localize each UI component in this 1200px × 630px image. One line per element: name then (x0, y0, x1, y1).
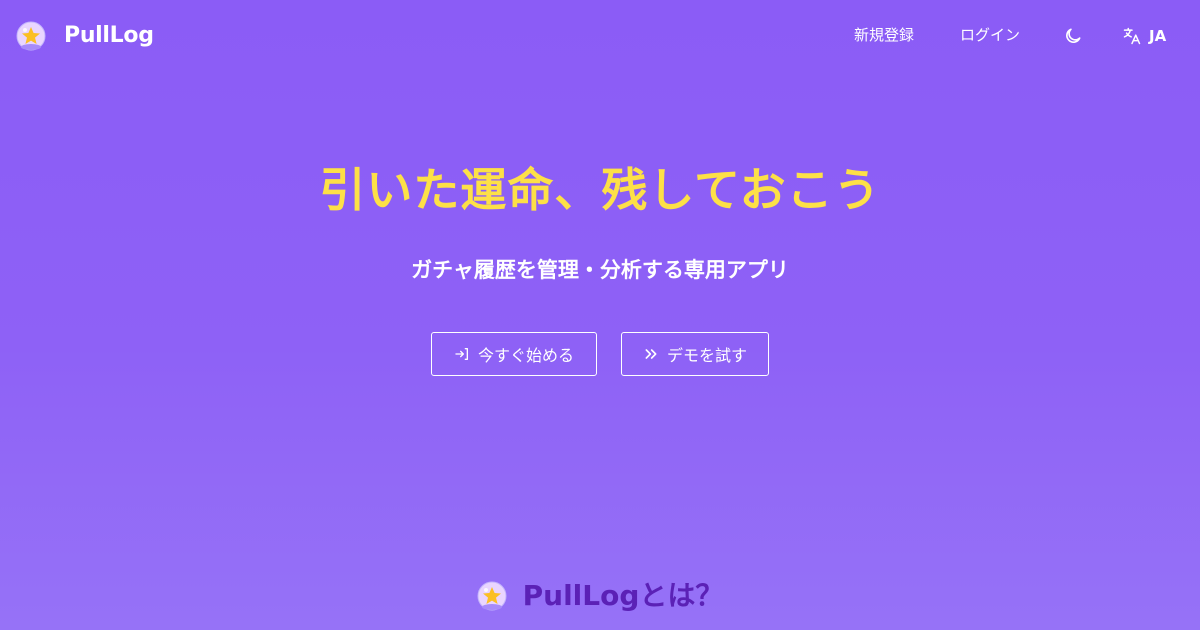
try-demo-button[interactable]: デモを試す (621, 332, 769, 376)
top-navigation-bar: PullLog 新規登録 ログイン JA (0, 0, 1200, 72)
crystal-ball-star-icon (477, 581, 507, 611)
double-chevron-right-icon (645, 349, 657, 359)
language-switcher[interactable]: JA (1122, 24, 1166, 48)
hero-title: 引いた運命、残しておこう (319, 163, 881, 217)
brand-name[interactable]: PullLog (64, 22, 154, 50)
signup-link[interactable]: 新規登録 (854, 24, 914, 46)
login-arrow-icon (455, 348, 468, 360)
crystal-ball-star-icon[interactable] (16, 21, 46, 51)
about-section-heading: PullLogとは？ (0, 576, 1200, 616)
translate-icon (1123, 27, 1141, 45)
start-now-label: 今すぐ始める (477, 348, 574, 365)
language-label: JA (1149, 27, 1167, 45)
about-heading: PullLogとは？ (522, 579, 724, 612)
login-link[interactable]: ログイン (960, 24, 1020, 46)
moon-icon (1066, 28, 1081, 43)
hero-subtitle: ガチャ履歴を管理・分析する専用アプリ (411, 258, 789, 282)
start-now-button[interactable]: 今すぐ始める (431, 332, 597, 376)
try-demo-label: デモを試す (666, 348, 747, 365)
theme-toggle-button[interactable] (1063, 26, 1083, 46)
